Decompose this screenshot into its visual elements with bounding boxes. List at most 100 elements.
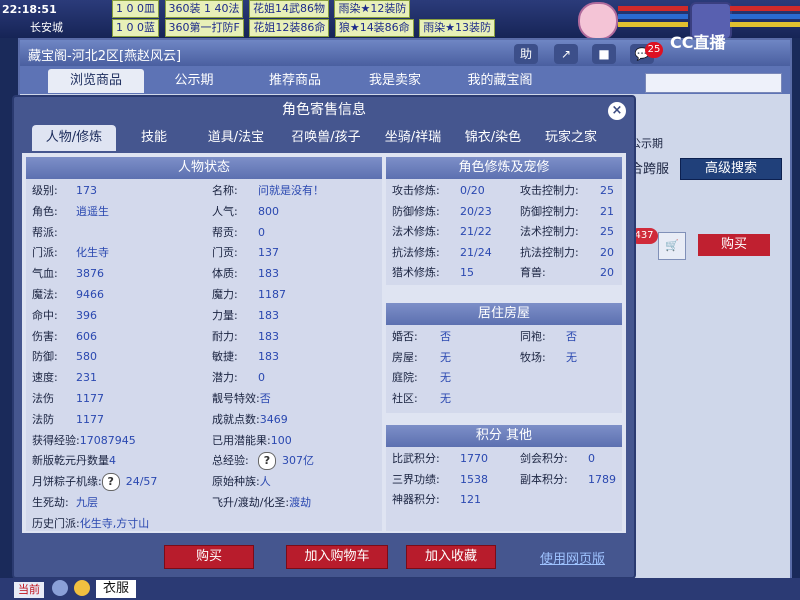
stat-row: 力量: 183: [212, 306, 279, 326]
web-version-link[interactable]: 使用网页版: [540, 548, 620, 567]
stat-label: 社区:: [392, 391, 418, 405]
search-input[interactable]: [645, 73, 782, 93]
microphone-icon[interactable]: [52, 580, 68, 596]
stat-label: 副本积分:: [520, 472, 568, 486]
stat-row: 已用潜能果:100: [212, 431, 292, 451]
chat-cell[interactable]: 1 0 0蓝: [112, 19, 159, 37]
tab-browse[interactable]: 浏览商品: [48, 69, 144, 93]
emoji-icon[interactable]: [74, 580, 90, 596]
pet-mp-bar: [618, 14, 688, 19]
stat-value: 1789: [588, 472, 616, 486]
tab-outfits[interactable]: 锦衣/染色: [456, 125, 530, 151]
pet-hp-bar: [618, 6, 688, 11]
stat-value: 无: [440, 391, 451, 405]
stat-value: 人: [259, 475, 271, 489]
stat-row: 猎术修炼: 15: [392, 263, 474, 283]
chat-cell[interactable]: 雨染★13装防: [419, 19, 496, 37]
help-icon[interactable]: ?: [258, 452, 276, 471]
stat-value: 396: [76, 308, 97, 322]
chat-cell[interactable]: 雨染★12装防: [334, 0, 411, 18]
stat-row: 生死劫: 九层: [32, 493, 98, 513]
stat-value: 渡劫: [289, 496, 312, 509]
stat-value: 137: [258, 246, 279, 260]
stat-value: 否: [259, 392, 271, 405]
stat-value: 9466: [76, 288, 104, 301]
pet-avatar[interactable]: [578, 2, 618, 40]
stat-value: 15: [460, 266, 474, 279]
chat-cell[interactable]: 狼★14装86命: [334, 19, 414, 37]
channel-current-tab[interactable]: 当前: [14, 582, 44, 598]
stat-label: 防御修炼:: [392, 204, 440, 218]
close-icon[interactable]: ×: [608, 102, 626, 120]
stat-label: 角色:: [32, 204, 58, 218]
stat-value: 问就是没有！: [258, 184, 324, 197]
stat-row: 命中: 396: [32, 306, 97, 326]
chat-cell[interactable]: 360装 1 40法: [164, 0, 244, 18]
stat-row: 成就点数:3469: [212, 410, 288, 430]
stat-label: 魔力:: [212, 288, 238, 301]
stat-label: 比武积分:: [392, 452, 440, 465]
stat-row: 法术控制力: 25: [520, 222, 614, 242]
stat-row: 牧场: 无: [520, 348, 577, 368]
stat-value: 1538: [460, 472, 488, 486]
help-button[interactable]: 助: [514, 44, 538, 64]
stat-value: 183: [258, 267, 279, 281]
chat-cell[interactable]: 360第一打防F: [164, 19, 244, 37]
cart-icon[interactable]: 🛒: [658, 232, 686, 260]
tab-skills[interactable]: 技能: [126, 125, 182, 151]
stat-value: 0/20: [460, 184, 485, 197]
stat-value: 0: [588, 452, 595, 465]
stat-row: 副本积分: 1789: [520, 470, 616, 490]
stat-row: 伤害: 606: [32, 327, 97, 347]
stat-row: 历史门派:化生寺,方寸山: [32, 514, 149, 534]
add-to-cart-button[interactable]: 加入购物车: [286, 545, 388, 569]
stat-label: 门贡:: [212, 246, 238, 260]
chat-cell[interactable]: 花姐14武86物: [248, 0, 329, 18]
stat-value: 3876: [76, 267, 104, 281]
stat-value: 25: [600, 225, 614, 238]
stat-value: 183: [258, 350, 279, 364]
player-hp-bar: [730, 6, 800, 11]
tab-seller[interactable]: 我是卖家: [350, 69, 440, 93]
stat-value: 化生寺: [76, 246, 109, 260]
buy-button-side[interactable]: 购买: [698, 234, 770, 256]
stat-value: 21/24: [460, 245, 492, 259]
tab-recommended[interactable]: 推荐商品: [250, 69, 340, 93]
tab-character[interactable]: 人物/修炼: [32, 125, 116, 151]
advanced-search-button[interactable]: 高级搜索: [680, 158, 782, 180]
tab-mounts[interactable]: 坐骑/祥瑞: [374, 125, 452, 151]
stat-value: 580: [76, 350, 97, 364]
tab-player-home[interactable]: 玩家之家: [534, 125, 608, 151]
chat-input[interactable]: 衣服: [96, 580, 136, 598]
stat-value: 1177: [76, 392, 104, 405]
stat-label: 成就点数:: [212, 412, 260, 426]
tab-pets[interactable]: 召唤兽/孩子: [284, 125, 368, 151]
stat-row: 育兽: 20: [520, 263, 614, 283]
buy-button[interactable]: 购买: [164, 545, 254, 569]
stat-row: 法防 1177: [32, 410, 104, 430]
tab-items[interactable]: 道具/法宝: [194, 125, 278, 151]
stat-label: 猎术修炼:: [392, 266, 440, 279]
chat-cell[interactable]: 1 0 0皿: [112, 0, 159, 18]
help-icon[interactable]: ?: [101, 473, 120, 492]
stat-value: 1187: [258, 288, 286, 301]
section-header-points: 积分 其他: [386, 425, 622, 447]
stat-label: 剑会积分:: [520, 452, 568, 465]
location-label: 长安城: [30, 21, 63, 34]
stat-row: 门派: 化生寺: [32, 243, 109, 263]
stat-label: 敏捷:: [212, 350, 238, 364]
stat-row: 法伤 1177: [32, 389, 104, 409]
stat-label: 伤害:: [32, 329, 58, 343]
stat-label: 获得经验:: [32, 433, 80, 447]
stop-icon[interactable]: ■: [592, 44, 616, 64]
add-to-favorites-button[interactable]: 加入收藏: [406, 545, 496, 569]
chat-cell[interactable]: 花姐12装86命: [249, 19, 330, 37]
stat-value: 逍遥生: [76, 204, 109, 218]
stat-row: 原始种族:人: [212, 472, 271, 492]
tab-my-pavilion[interactable]: 我的藏宝阁: [450, 69, 550, 93]
tab-publicity[interactable]: 公示期: [154, 69, 234, 93]
stat-value: 17087945: [79, 433, 136, 447]
stat-value: 1177: [76, 412, 104, 426]
share-icon[interactable]: ↗: [554, 44, 578, 64]
cross-server-label: 合跨服: [630, 162, 670, 177]
